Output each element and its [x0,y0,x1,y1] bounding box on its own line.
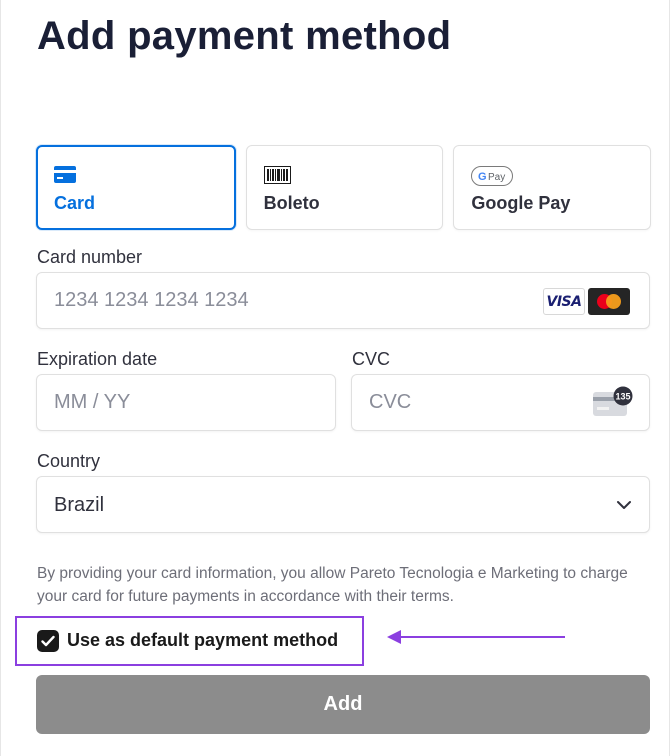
tab-card-label: Card [54,193,96,213]
card-icon [54,166,76,188]
tab-boleto[interactable]: Boleto [245,145,444,230]
country-value: Brazil [54,494,105,516]
tab-google-pay-label: Google Pay [471,193,571,213]
cvc-card-icon: 135 [593,386,635,423]
payment-form: Add payment method Card Boleto G Pay Goo… [0,0,670,756]
card-number-label: Card number [37,247,143,267]
expiration-date-input[interactable] [36,374,336,431]
tab-boleto-label: Boleto [263,193,320,213]
add-button[interactable]: Add [36,675,650,734]
chevron-down-icon [615,496,633,519]
default-payment-checkbox[interactable] [37,630,59,652]
country-select[interactable] [36,476,650,533]
tab-google-pay[interactable]: G Pay Google Pay [453,145,652,230]
google-g-mark: G [478,171,487,183]
mastercard-icon [588,288,630,315]
payment-method-tabs: Card Boleto G Pay Google Pay [36,145,652,230]
barcode-icon [263,166,291,189]
check-icon [41,635,55,647]
tab-card[interactable]: Card [36,145,236,230]
visa-icon: VISA [543,288,585,315]
country-label: Country [37,451,101,471]
arrow-left-icon [385,626,567,653]
default-payment-highlight: Use as default payment method [15,616,364,666]
page-title: Add payment method [37,14,452,58]
google-pay-badge-text: Pay [488,172,505,183]
cvc-badge-text: 135 [615,392,630,402]
google-pay-icon: G Pay [471,166,514,191]
expiration-date-label: Expiration date [37,349,158,369]
legal-text: By providing your card information, you … [37,565,628,605]
cvc-label: CVC [352,349,391,369]
default-payment-label: Use as default payment method [67,630,339,650]
